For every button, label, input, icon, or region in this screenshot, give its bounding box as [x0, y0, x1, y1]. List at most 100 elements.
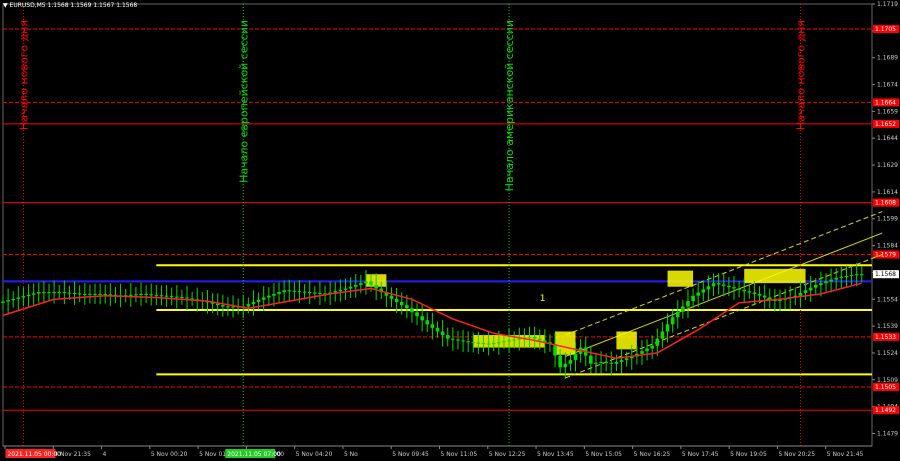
level-price-label: 1.1652	[875, 121, 896, 128]
candle-body	[16, 297, 21, 299]
candle-body	[563, 363, 568, 368]
candle-body	[491, 343, 496, 345]
chart-annotation: 1	[540, 294, 546, 304]
candle-body	[589, 355, 593, 364]
candle-body	[287, 290, 292, 292]
candle-body	[706, 286, 711, 290]
candle-body	[650, 345, 654, 349]
candle-body	[11, 298, 16, 301]
candle-body	[742, 289, 746, 292]
candle-body	[369, 281, 373, 285]
signal-box	[555, 331, 576, 355]
plot-frame	[2, 3, 873, 447]
candle-body	[139, 293, 143, 295]
x-tick-label: 5 Nov 19:05	[730, 451, 767, 458]
x-tick-label: 5 Nov 09:45	[392, 451, 429, 458]
chart-header: ▼ EURUSD,M5 1.1568 1.1569 1.1567 1.1568	[3, 2, 137, 9]
candle-body	[180, 297, 184, 299]
candle-body	[461, 340, 465, 342]
candle-body	[471, 342, 476, 344]
y-tick-label: 1.1629	[877, 162, 898, 169]
candle-body	[93, 293, 97, 295]
candle-body	[619, 360, 624, 362]
menu-dropdown-icon[interactable]: ▼	[3, 2, 8, 9]
level-price-label: 1.1492	[875, 407, 896, 414]
candle-body	[681, 306, 685, 312]
x-tick-label: 5 Nov 11:05	[441, 451, 478, 458]
candle-body	[675, 311, 680, 318]
x-tick-label: 5 Nov 16:25	[634, 451, 671, 458]
candle-body	[686, 301, 690, 307]
candle-body	[824, 281, 828, 284]
candle-body	[215, 303, 220, 306]
candle-body	[261, 297, 266, 300]
y-tick-label: 1.1689	[877, 55, 898, 62]
candle-body	[599, 361, 603, 363]
y-tick-label: 1.1539	[877, 323, 898, 330]
candle-body	[246, 304, 251, 307]
candle-body	[272, 293, 276, 296]
candle-body	[532, 336, 537, 339]
chart-window[interactable]: 1.17191.17041.16891.16741.16591.16441.16…	[0, 0, 900, 461]
level-price-label: 1.1505	[875, 384, 896, 391]
candle-body	[737, 288, 741, 290]
candle-body	[670, 317, 675, 325]
x-tick-label: 5 Nov 13:45	[537, 451, 574, 458]
candle-body	[292, 290, 297, 292]
x-tick-label: 5 Nov 00:20	[151, 451, 188, 458]
candle-body	[251, 301, 256, 305]
candle-body	[711, 283, 716, 287]
candle-body	[26, 294, 31, 297]
x-tick-label: 5 Nov 17:45	[682, 451, 719, 458]
candle-body	[359, 283, 363, 285]
candle-body	[476, 342, 481, 344]
candle-body	[226, 306, 230, 308]
level-price-label: 1.1608	[875, 200, 896, 207]
candle-body	[348, 286, 353, 289]
candle-body	[430, 324, 435, 328]
current-price-label: 1.1568	[875, 271, 896, 278]
candle-body	[62, 292, 67, 294]
candle-body	[481, 343, 486, 345]
candle-body	[318, 293, 322, 294]
candle-body	[512, 339, 516, 341]
x-axis-time-tag-label: 2021.11.05 00:00	[7, 451, 61, 458]
candle-body	[849, 275, 854, 277]
candle-body	[338, 289, 343, 292]
candle-body	[425, 320, 430, 325]
candle-body	[732, 287, 736, 289]
candle-body	[185, 297, 189, 299]
candle-body	[435, 327, 440, 332]
candle-body	[609, 362, 614, 364]
candle-body	[568, 360, 573, 364]
candle-body	[77, 293, 82, 295]
chart-canvas[interactable]: 1.17191.17041.16891.16741.16591.16441.16…	[0, 0, 900, 461]
candle-body	[844, 276, 849, 277]
candle-body	[655, 338, 660, 346]
candle-body	[665, 324, 670, 332]
x-axis-time-tag-label: 2021.11.05 07:00	[227, 451, 281, 458]
signal-box	[744, 268, 806, 284]
candle-body	[72, 293, 77, 294]
session-marker-label: Начало нового дня	[794, 20, 807, 130]
candle-body	[747, 291, 752, 293]
candle-body	[47, 292, 51, 294]
candle-body	[859, 274, 864, 276]
candle-body	[721, 284, 726, 286]
candle-body	[420, 316, 424, 321]
y-tick-label: 1.1644	[877, 135, 898, 142]
candle-body	[767, 297, 772, 300]
level-price-label: 1.1579	[875, 252, 896, 259]
y-tick-label: 1.1674	[877, 82, 898, 89]
candle-body	[399, 301, 404, 306]
candle-body	[645, 348, 649, 352]
y-tick-label: 1.1584	[877, 243, 898, 250]
candle-body	[808, 287, 813, 291]
candle-body	[660, 331, 665, 339]
candle-body	[129, 294, 133, 296]
candle-body	[175, 296, 179, 298]
candle-body	[456, 339, 460, 341]
candle-body	[537, 338, 542, 341]
x-tick-label: 5 Nov 21:45	[827, 451, 864, 458]
candle-body	[507, 340, 511, 342]
